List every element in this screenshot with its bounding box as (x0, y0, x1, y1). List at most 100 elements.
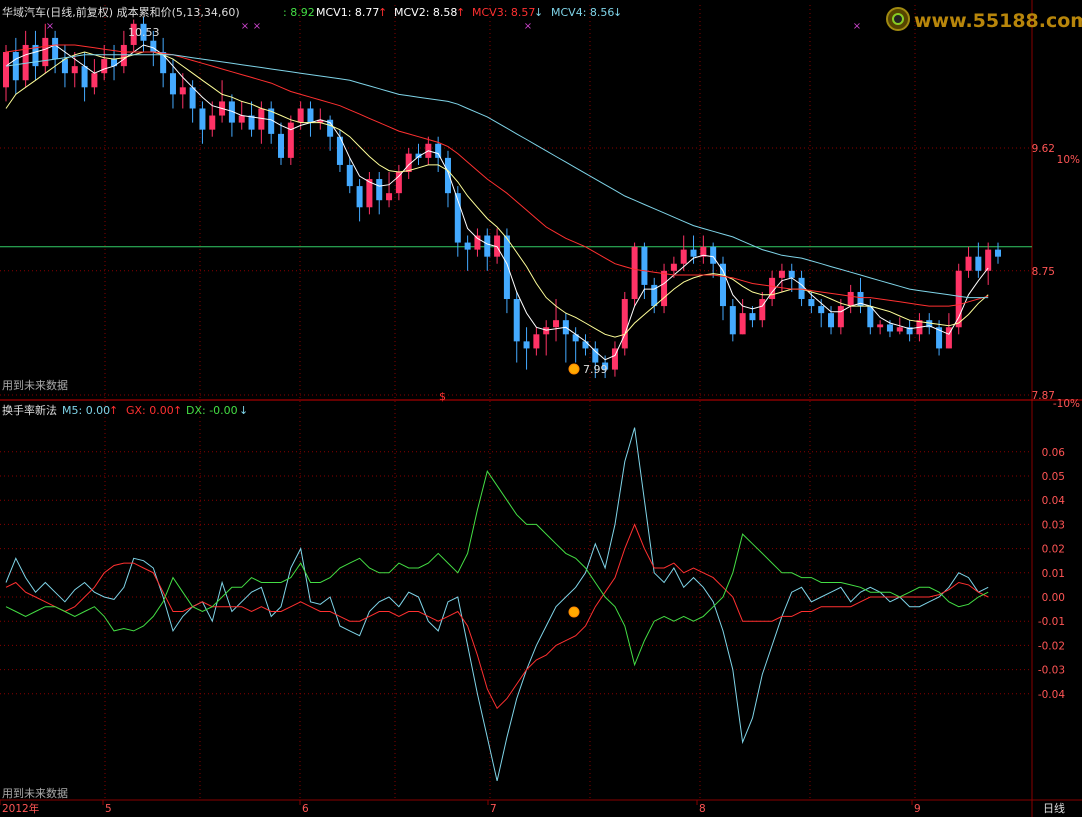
candle-body (837, 306, 844, 328)
candle-body (513, 299, 520, 342)
price-tick-label: 9.62 (1032, 143, 1055, 155)
candle-body (975, 256, 982, 271)
stock-chart[interactable]: × × × × × 9.62 8.75 7.87 10% -10% 0.06 0.05 0.04 0.0… (0, 0, 1082, 817)
percent-tick-label: -10% (1053, 398, 1080, 410)
signal-marker-icon: × (253, 21, 261, 32)
candle-body (346, 164, 353, 187)
logo-icon-inner (892, 13, 904, 25)
mcv-legend-label: MCV4: 8.56 (551, 6, 614, 19)
candle-body (621, 299, 628, 349)
candle-body (582, 341, 589, 349)
candle-body (886, 324, 893, 332)
candle-body (533, 334, 540, 349)
candle-body (42, 37, 49, 67)
candle-body (120, 44, 127, 67)
candle-body (3, 52, 9, 88)
candle-body (680, 249, 687, 264)
candle-body (386, 193, 393, 201)
watermark-logo: www.55188.com (886, 7, 1082, 32)
candle-body (52, 37, 59, 60)
candle-body (641, 246, 648, 285)
indicator-m5-arrow: ↑ (109, 404, 118, 417)
percent-tick-label: 10% (1057, 154, 1080, 166)
candle-body (523, 341, 530, 349)
mcv-legend-label: MCV1: 8.77 (316, 6, 379, 19)
mcv-legend-arrow: ↑ (378, 6, 387, 19)
signal-marker-icon: × (241, 21, 249, 32)
watermark-text: www.55188.com (914, 10, 1082, 32)
candle-body (209, 115, 216, 130)
candle-body (553, 320, 560, 328)
mcv-legend-arrow: ↑ (456, 6, 465, 19)
low-price-marker-icon (568, 363, 580, 375)
candle-body (778, 270, 785, 278)
indicator-m5: M5: 0.00 (62, 404, 110, 417)
high-price-label: 10.53 (128, 26, 160, 39)
candle-body (71, 66, 78, 74)
candle-body (238, 115, 245, 123)
candle-body (818, 306, 825, 314)
candle-body (484, 235, 491, 257)
candle-body (81, 66, 88, 88)
candle-body (995, 249, 1001, 257)
signal-marker-icon: × (853, 21, 861, 32)
indicator-tick-label: 0.05 (1042, 471, 1065, 483)
indicator-tick-label: -0.02 (1038, 640, 1065, 652)
mcv-legend-arrow: ↓ (613, 6, 622, 19)
mcv-legend-label: MCV2: 8.58 (394, 6, 457, 19)
candle-body (435, 143, 442, 158)
candle-body (631, 246, 638, 300)
candle-body (543, 327, 550, 335)
candle-body (356, 186, 363, 208)
candle-body (896, 327, 903, 332)
indicator-dx: DX: -0.00 (186, 404, 238, 417)
indicator-tick-label: 0.03 (1042, 519, 1065, 531)
candle-body (101, 59, 108, 74)
close-value: : 8.92 (283, 6, 315, 19)
candle-body (729, 306, 736, 335)
indicator-gx-arrow: ↑ (173, 404, 182, 417)
candle-body (169, 73, 176, 95)
mcv-legend-label: MCV3: 8.57 (472, 6, 535, 19)
indicator-marker-icon (568, 606, 580, 618)
candle-body (297, 108, 304, 123)
candle-body (955, 270, 962, 328)
x-tick-label: 8 (699, 803, 706, 815)
candle-body (670, 263, 677, 271)
candle-body (150, 40, 157, 53)
candle-body (278, 133, 285, 158)
x-tick-label: 2012年 (2, 802, 39, 815)
candle-body (12, 52, 19, 81)
price-tick-label: 7.87 (1032, 390, 1055, 402)
candle-body (287, 122, 294, 158)
candle-body (474, 235, 481, 250)
indicator-tick-label: 0.00 (1042, 592, 1065, 604)
candle-body (91, 73, 98, 88)
candle-body (749, 313, 756, 321)
divider-marker: $ (439, 390, 446, 403)
candle-body (444, 157, 451, 194)
x-tick-label: 7 (490, 803, 497, 815)
candle-body (985, 249, 992, 271)
candle-body (179, 87, 186, 95)
candle-body (808, 299, 815, 307)
mcv-legend-arrow: ↓ (534, 6, 543, 19)
signal-marker-icon: × (524, 21, 532, 32)
candle-body (661, 270, 668, 307)
candle-body (710, 246, 717, 264)
x-tick-label: 6 (302, 803, 309, 815)
lower-footer-note: 用到未来数据 (2, 786, 68, 800)
period-label[interactable]: 日线 (1043, 801, 1065, 815)
candle-body (690, 249, 697, 257)
candle-body (788, 270, 795, 278)
x-tick-label: 9 (914, 803, 921, 815)
indicator-tick-label: 0.02 (1042, 544, 1065, 556)
candle-body (739, 313, 746, 335)
candle-body (798, 277, 805, 300)
candle-body (199, 108, 206, 130)
indicator-tick-label: 0.04 (1042, 495, 1066, 507)
candle-body (61, 59, 68, 74)
x-tick-label: 5 (105, 803, 112, 815)
indicator-tick-label: -0.04 (1038, 689, 1065, 701)
chart-title: 华域汽车(日线,前复权) 成本累和价(5,13,34,60) (2, 5, 240, 19)
